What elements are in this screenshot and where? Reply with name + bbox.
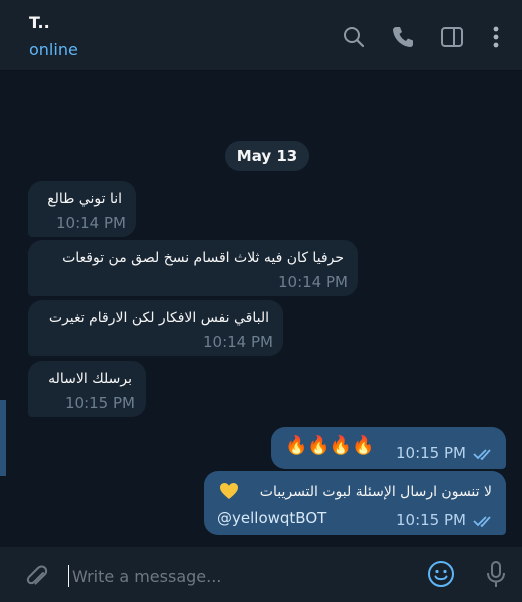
fire-emojis: 🔥🔥🔥🔥 xyxy=(285,435,375,456)
chat-title[interactable]: T.. xyxy=(29,13,50,32)
date-separator: May 13 xyxy=(225,141,309,171)
phone-icon[interactable] xyxy=(390,24,416,50)
message-time: 10:15 PM xyxy=(65,394,135,412)
message-time: 10:15 PM xyxy=(396,511,466,529)
message-composer xyxy=(0,547,522,602)
incoming-message[interactable]: انا توني طالع 10:14 PM xyxy=(28,181,136,237)
message-text: برسلك الاساله xyxy=(48,371,132,387)
message-text: انا توني طالع xyxy=(47,191,122,207)
read-receipt-icon xyxy=(473,449,491,461)
attach-icon[interactable] xyxy=(22,561,50,589)
chat-header[interactable]: T.. online xyxy=(0,0,522,71)
emoji-icon[interactable] xyxy=(427,560,455,588)
message-text: لا تنسون ارسال الإسئلة لبوت التسريبات xyxy=(259,484,492,500)
message-time: 10:14 PM xyxy=(56,214,126,232)
search-icon[interactable] xyxy=(341,24,367,50)
message-input[interactable] xyxy=(68,565,408,587)
incoming-message[interactable]: الباقي نفس الافكار لكن الارقام تغيرت 10:… xyxy=(28,300,283,356)
microphone-icon[interactable] xyxy=(484,560,508,590)
sidebar-toggle-icon[interactable] xyxy=(439,24,465,50)
incoming-message[interactable]: حرفيا كان فيه ثلاث اقسام نسخ لصق من توقع… xyxy=(28,240,358,296)
incoming-message[interactable]: برسلك الاساله 10:15 PM xyxy=(28,361,146,417)
selection-accent xyxy=(0,400,6,476)
more-vertical-icon[interactable] xyxy=(483,24,505,50)
read-receipt-icon xyxy=(473,516,491,528)
outgoing-message[interactable]: 🔥🔥🔥🔥 10:15 PM xyxy=(271,427,506,469)
yellow-heart-icon xyxy=(220,483,238,499)
message-time: 10:14 PM xyxy=(278,273,348,291)
online-status: online xyxy=(29,40,78,59)
message-text: الباقي نفس الافكار لكن الارقام تغيرت xyxy=(48,310,269,326)
message-time: 10:15 PM xyxy=(396,444,466,462)
message-text: حرفيا كان فيه ثلاث اقسام نسخ لصق من توقع… xyxy=(62,250,344,266)
outgoing-message[interactable]: لا تنسون ارسال الإسئلة لبوت التسريبات @y… xyxy=(204,471,506,535)
message-time: 10:14 PM xyxy=(203,333,273,351)
bot-username-link[interactable]: @yellowqtBOT xyxy=(217,509,326,527)
